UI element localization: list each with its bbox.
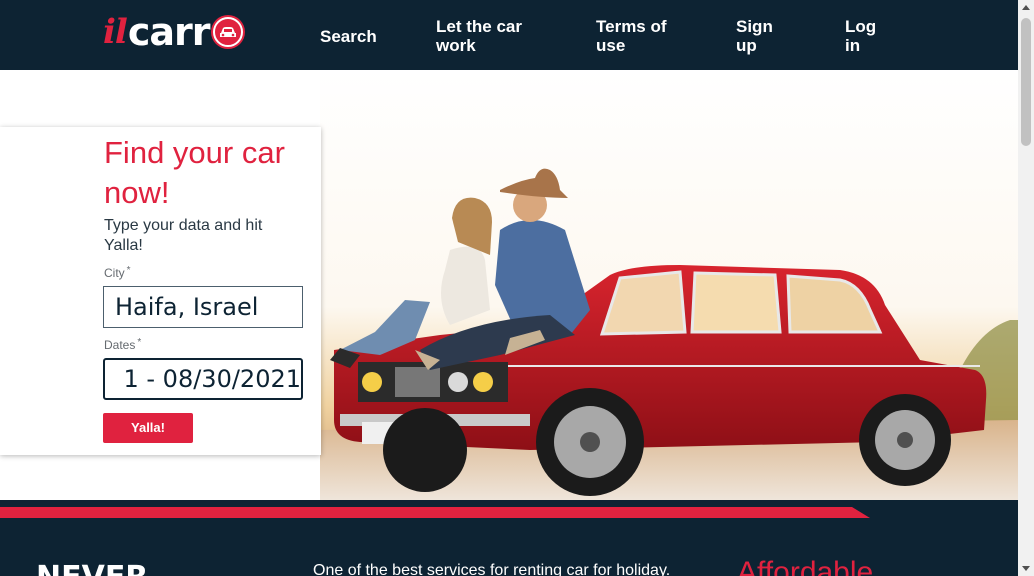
logo-il-text: il xyxy=(103,12,128,52)
city-input[interactable]: Haifa, Israel xyxy=(103,286,303,328)
dates-required-asterisk: * xyxy=(137,337,142,348)
red-accent-stripe xyxy=(0,507,870,518)
services-tagline: One of the best services for renting car… xyxy=(313,562,671,576)
search-card-title: Find your car now! xyxy=(104,135,285,210)
nav-sign-up-link[interactable]: Sign up xyxy=(736,17,776,55)
yalla-submit-button[interactable]: Yalla! xyxy=(103,413,193,443)
car-in-circle-icon xyxy=(210,15,245,49)
couple-sitting-on-red-car-photo xyxy=(320,70,1018,500)
scroll-up-arrow-icon[interactable] xyxy=(1022,5,1030,10)
nav-log-in-link[interactable]: Log in xyxy=(845,17,877,55)
nav-let-the-car-work-link[interactable]: Let the car work xyxy=(436,17,546,55)
nav-terms-of-use-link[interactable]: Terms of use xyxy=(596,17,676,55)
scroll-down-arrow-icon[interactable] xyxy=(1022,566,1030,571)
city-label: City * xyxy=(104,265,131,280)
ilcarro-logo[interactable]: il carr xyxy=(103,10,245,54)
scrollbar-thumb[interactable] xyxy=(1021,18,1031,146)
nav-search-link[interactable]: Search xyxy=(320,27,377,46)
city-required-asterisk: * xyxy=(126,265,131,276)
search-card-subtitle: Type your data and hit Yalla! xyxy=(104,217,263,254)
never-heading: NEVER xyxy=(36,560,148,576)
city-label-text: City xyxy=(104,266,125,280)
dates-label: Dates * xyxy=(104,337,142,352)
logo-carr-text: carr xyxy=(127,10,211,54)
dates-input[interactable]: 1 - 08/30/2021 xyxy=(103,358,303,400)
top-navbar: il carr Search Let the car work Terms of… xyxy=(0,0,1018,70)
dates-input-value: 1 - 08/30/2021 xyxy=(123,365,301,393)
dates-label-text: Dates xyxy=(104,338,136,352)
affordable-heading: Affordable xyxy=(737,556,874,576)
page-scrollbar[interactable] xyxy=(1018,0,1034,576)
